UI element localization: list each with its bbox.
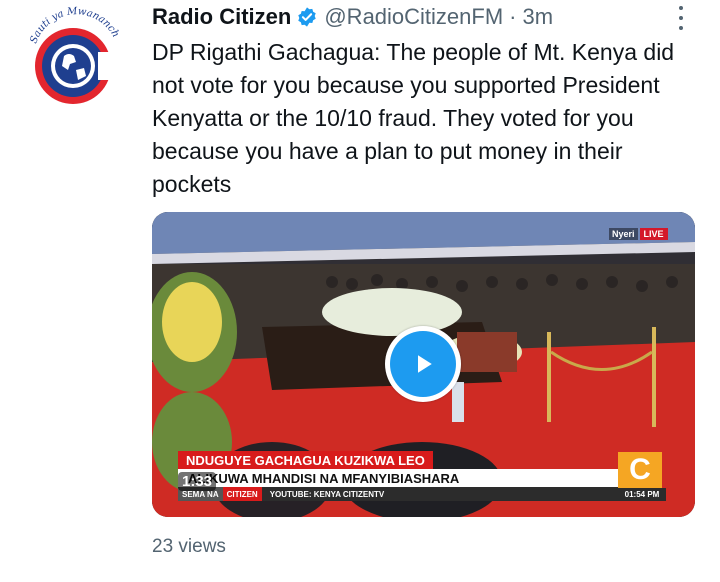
news-headline-main: ALIKUWA MHANDISI NA MFANYIBIASHARA	[178, 469, 640, 487]
broadcast-clock: 01:54 PM	[618, 488, 666, 501]
news-ticker: SEMA NA CITIZEN YOUTUBE: KENYA CITIZENTV	[178, 487, 640, 501]
avatar[interactable]: Sauti ya Mwananchi	[14, 4, 132, 122]
display-name[interactable]: Radio Citizen	[152, 4, 291, 30]
ticker-brand: CITIZEN	[222, 487, 262, 501]
verified-badge-icon	[296, 6, 318, 28]
separator-dot: ·	[509, 4, 517, 29]
play-icon	[390, 331, 456, 397]
more-options-icon[interactable]	[672, 4, 690, 32]
video-player[interactable]: Nyeri LIVE NDUGUYE GACHAGUA KUZIKWA LEO …	[152, 212, 695, 517]
live-badge: LIVE	[639, 228, 668, 240]
play-button[interactable]	[385, 326, 461, 402]
video-duration: 1:33	[178, 472, 217, 491]
channel-logo: C	[618, 452, 662, 488]
ticker-youtube: YOUTUBE: KENYA CITIZENTV	[269, 489, 385, 499]
user-handle[interactable]: @RadioCitizenFM	[324, 4, 503, 30]
tweet-text: DP Rigathi Gachagua: The people of Mt. K…	[152, 39, 675, 197]
news-headline-top: NDUGUYE GACHAGUA KUZIKWA LEO	[178, 451, 433, 469]
view-count[interactable]: 23 views	[152, 536, 226, 558]
tweet-header: Radio Citizen @RadioCitizenFM · 3m	[152, 2, 553, 32]
channel-location-tag: Nyeri LIVE	[609, 228, 668, 240]
radio-citizen-logo: Sauti ya Mwananchi	[14, 4, 121, 104]
location-label: Nyeri	[609, 228, 638, 240]
timestamp[interactable]: 3m	[523, 4, 554, 30]
